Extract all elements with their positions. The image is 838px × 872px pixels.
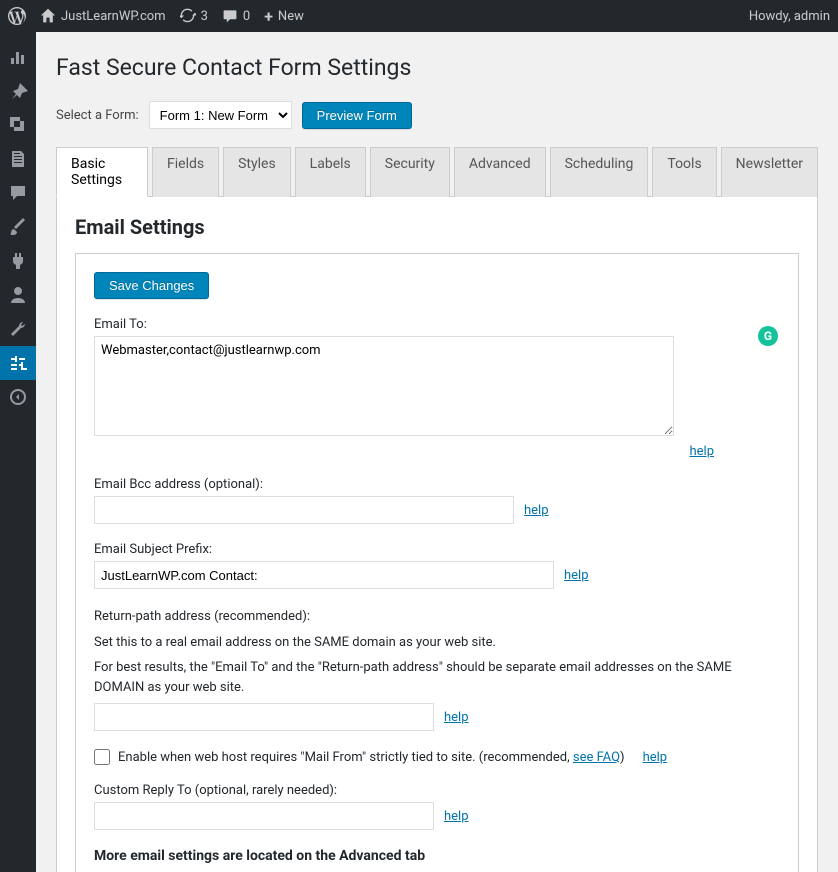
page-icon	[8, 149, 28, 169]
tab-styles[interactable]: Styles	[223, 147, 291, 197]
field-reply-to: Custom Reply To (optional, rarely needed…	[94, 783, 780, 830]
sidebar-tools[interactable]	[0, 312, 36, 346]
bcc-input[interactable]	[94, 496, 514, 524]
comment-icon	[8, 183, 28, 203]
media-icon	[8, 115, 28, 135]
plug-icon	[8, 251, 28, 271]
field-return-path: Return-path address (recommended): Set t…	[94, 607, 780, 731]
sidebar-users[interactable]	[0, 278, 36, 312]
home-icon	[40, 8, 56, 24]
mail-from-checkbox[interactable]	[94, 749, 110, 765]
email-to-help[interactable]: help	[689, 444, 714, 459]
new-link[interactable]: + New	[264, 7, 304, 26]
email-to-textarea[interactable]: Webmaster,contact@justlearnwp.com	[94, 336, 674, 436]
reply-to-input[interactable]	[94, 802, 434, 830]
main-content: Fast Secure Contact Form Settings Select…	[36, 32, 838, 872]
collapse-icon	[8, 387, 28, 407]
tab-content: Email Settings G Save Changes Email To: …	[56, 197, 818, 872]
bcc-label: Email Bcc address (optional):	[94, 477, 780, 492]
mail-from-label-pre: Enable when web host requires "Mail From…	[118, 750, 573, 765]
tab-scheduling[interactable]: Scheduling	[550, 147, 649, 197]
sidebar-appearance[interactable]	[0, 210, 36, 244]
field-email-to: Email To: Webmaster,contact@justlearnwp.…	[94, 317, 780, 459]
settings-box: G Save Changes Email To: Webmaster,conta…	[75, 253, 799, 872]
return-path-help[interactable]: help	[444, 710, 469, 725]
pin-icon	[8, 81, 28, 101]
return-path-desc2: For best results, the "Email To" and the…	[94, 658, 780, 697]
bcc-help[interactable]: help	[524, 503, 549, 518]
site-link[interactable]: JustLearnWP.com	[40, 8, 166, 24]
field-subject-prefix: Email Subject Prefix: help	[94, 542, 780, 589]
sidebar-comments[interactable]	[0, 176, 36, 210]
sliders-icon	[8, 353, 28, 373]
brush-icon	[8, 217, 28, 237]
tab-basic-settings[interactable]: Basic Settings	[56, 147, 148, 197]
admin-bar: JustLearnWP.com 3 0 + New Howdy, admin	[0, 0, 838, 32]
admin-sidebar	[0, 32, 36, 872]
adminbar-left: JustLearnWP.com 3 0 + New	[8, 7, 304, 26]
tab-fields[interactable]: Fields	[152, 147, 219, 197]
field-bcc: Email Bcc address (optional): help	[94, 477, 780, 524]
sidebar-plugins[interactable]	[0, 244, 36, 278]
return-path-label: Return-path address (recommended):	[94, 607, 780, 627]
mail-from-help[interactable]: help	[643, 750, 668, 765]
updates-count: 3	[201, 9, 208, 24]
field-mail-from: Enable when web host requires "Mail From…	[94, 749, 780, 765]
sidebar-dashboard[interactable]	[0, 40, 36, 74]
form-select-label: Select a Form:	[56, 108, 139, 123]
subject-prefix-help[interactable]: help	[564, 568, 589, 583]
wp-logo[interactable]	[8, 7, 26, 25]
update-icon	[180, 8, 196, 24]
tab-advanced[interactable]: Advanced	[454, 147, 546, 197]
subject-prefix-input[interactable]	[94, 561, 554, 589]
return-path-desc1: Set this to a real email address on the …	[94, 633, 780, 653]
comments-link[interactable]: 0	[222, 8, 250, 24]
page-title: Fast Secure Contact Form Settings	[56, 54, 818, 81]
reply-to-help[interactable]: help	[444, 809, 469, 824]
form-select[interactable]: Form 1: New Form	[149, 101, 292, 129]
sidebar-pages[interactable]	[0, 142, 36, 176]
nav-tabs: Basic Settings Fields Styles Labels Secu…	[56, 147, 818, 197]
sidebar-collapse[interactable]	[0, 380, 36, 414]
section-title: Email Settings	[75, 215, 799, 239]
comment-icon	[222, 8, 238, 24]
tab-tools[interactable]: Tools	[652, 147, 716, 197]
email-to-label: Email To:	[94, 317, 780, 332]
howdy[interactable]: Howdy, admin	[749, 9, 830, 24]
sidebar-settings[interactable]	[0, 346, 36, 380]
updates-link[interactable]: 3	[180, 8, 208, 24]
save-changes-top-button[interactable]: Save Changes	[94, 272, 209, 299]
preview-form-button[interactable]: Preview Form	[302, 102, 412, 129]
subject-prefix-label: Email Subject Prefix:	[94, 542, 780, 557]
form-select-row: Select a Form: Form 1: New Form Preview …	[56, 101, 818, 129]
sidebar-media[interactable]	[0, 108, 36, 142]
mail-from-label-post: )	[620, 750, 625, 765]
tab-security[interactable]: Security	[370, 147, 450, 197]
advanced-note: More email settings are located on the A…	[94, 848, 780, 864]
wordpress-icon	[8, 7, 26, 25]
site-name: JustLearnWP.com	[61, 9, 166, 24]
sidebar-posts[interactable]	[0, 74, 36, 108]
grammarly-icon[interactable]: G	[758, 326, 778, 346]
wrench-icon	[8, 319, 28, 339]
reply-to-label: Custom Reply To (optional, rarely needed…	[94, 783, 780, 798]
new-text: New	[278, 9, 304, 24]
tab-newsletter[interactable]: Newsletter	[721, 147, 818, 197]
tab-labels[interactable]: Labels	[295, 147, 366, 197]
comments-count: 0	[243, 9, 250, 24]
user-icon	[8, 285, 28, 305]
return-path-input[interactable]	[94, 703, 434, 731]
gauge-icon	[8, 47, 28, 67]
plus-icon: +	[264, 7, 273, 26]
mail-from-faq-link[interactable]: see FAQ	[573, 750, 620, 765]
